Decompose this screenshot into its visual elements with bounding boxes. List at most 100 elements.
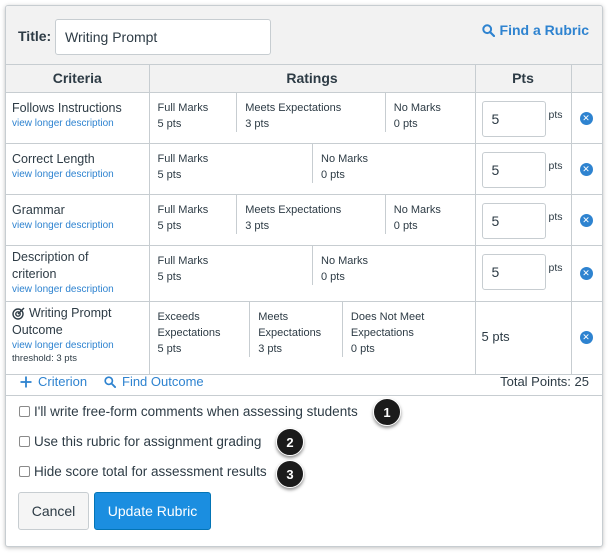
- rating[interactable]: Meets Expectations 3 pts: [250, 301, 343, 357]
- rating-points: 0 pts: [350, 342, 375, 355]
- rating-points: 5 pts: [157, 270, 182, 283]
- view-longer-link[interactable]: view longer description: [12, 118, 143, 129]
- rating[interactable]: Exceeds Expectations 5 pts: [150, 301, 251, 357]
- free-form-comments-label: I'll write free-form comments when asses…: [34, 404, 358, 419]
- points-input[interactable]: [481, 151, 546, 188]
- title-input[interactable]: [55, 19, 271, 55]
- rating-label: No Marks: [321, 152, 369, 165]
- points-cell: 5 pts: [474, 300, 572, 375]
- find-outcome-button[interactable]: Find Outcome: [104, 374, 204, 389]
- cancel-button[interactable]: Cancel: [18, 492, 89, 530]
- delete-cell: ✕: [570, 300, 602, 375]
- close-circle-icon[interactable]: ✕: [579, 330, 593, 344]
- ratings-cell: Exceeds Expectations 5 pts Meets Expecta…: [148, 300, 476, 375]
- rating-label: Full Marks: [157, 254, 209, 267]
- close-circle-icon[interactable]: ✕: [579, 213, 593, 227]
- rating-label: No Marks: [393, 203, 441, 216]
- rating[interactable]: Meets Expectations 3 pts: [237, 194, 386, 234]
- close-circle-icon[interactable]: ✕: [579, 162, 593, 176]
- criterion-name-line2: criterion: [12, 266, 57, 281]
- rating-label: Full Marks: [157, 101, 209, 114]
- outcome-name-text: Writing Prompt: [29, 305, 112, 320]
- rating-label: Meets Expectations: [245, 101, 342, 114]
- callout-badge: 2: [276, 428, 304, 456]
- find-rubric-link[interactable]: Find a Rubric: [481, 22, 589, 38]
- rating-label: No Marks: [321, 254, 369, 267]
- rating[interactable]: Full Marks 5 pts: [150, 194, 238, 234]
- criterion-name: Follows Instructions: [12, 100, 122, 115]
- rubric-footer: Criterion Find Outcome Total Points: 25: [6, 366, 602, 396]
- free-form-comments-checkbox[interactable]: [19, 406, 30, 417]
- add-criterion-label: Criterion: [38, 374, 88, 389]
- table-row: Follows Instructions view longer descrip…: [6, 91, 602, 144]
- rating-points: 0 pts: [393, 219, 418, 232]
- pts-suffix: pts: [548, 159, 563, 172]
- table-row: Correct Length view longer description F…: [6, 142, 602, 195]
- rating[interactable]: No Marks 0 pts: [313, 144, 475, 183]
- rating-label: Full Marks: [157, 203, 209, 216]
- points-cell: pts: [474, 244, 572, 302]
- update-rubric-button[interactable]: Update Rubric: [94, 492, 211, 530]
- criteria-header: Criteria: [6, 65, 150, 93]
- use-for-grading-option[interactable]: Use this rubric for assignment grading: [19, 434, 261, 449]
- pts-header: Pts: [474, 65, 572, 93]
- add-criterion-button[interactable]: Criterion: [20, 374, 87, 389]
- rating-label-line1: Does Not Meet: [350, 310, 425, 323]
- points-cell: pts: [474, 193, 572, 246]
- outcome-name-line2: Outcome: [12, 322, 63, 337]
- hide-score-total-label: Hide score total for assessment results: [34, 464, 267, 479]
- table-row: Writing Prompt Outcome view longer descr…: [6, 300, 602, 375]
- rating-points: 3 pts: [245, 219, 270, 232]
- free-form-comments-option[interactable]: I'll write free-form comments when asses…: [19, 404, 358, 419]
- rating[interactable]: No Marks 0 pts: [313, 246, 475, 285]
- outcome-name-line1: Writing Prompt: [12, 305, 143, 322]
- rating-label: Full Marks: [157, 152, 209, 165]
- view-longer-link[interactable]: view longer description: [12, 284, 143, 295]
- ratings-cell: Full Marks 5 pts Meets Expectations 3 pt…: [148, 193, 476, 246]
- hide-score-total-checkbox[interactable]: [19, 466, 30, 477]
- criterion-cell: Correct Length view longer description: [6, 142, 150, 195]
- pts-suffix: pts: [548, 210, 563, 223]
- rating-label-line2: Expectations: [350, 326, 414, 339]
- search-icon: [481, 23, 495, 37]
- rating[interactable]: No Marks 0 pts: [386, 195, 475, 234]
- rating-points: 3 pts: [245, 117, 270, 130]
- points-input[interactable]: [481, 100, 546, 137]
- rating[interactable]: No Marks 0 pts: [386, 93, 475, 132]
- use-for-grading-checkbox[interactable]: [19, 436, 30, 447]
- rating-points: 0 pts: [393, 117, 418, 130]
- criterion-name-line1: Description of: [12, 249, 89, 264]
- points-cell: pts: [474, 91, 572, 144]
- close-circle-icon[interactable]: ✕: [579, 111, 593, 125]
- points-input[interactable]: [481, 253, 546, 290]
- view-longer-link[interactable]: view longer description: [12, 220, 143, 231]
- rating-points: 5 pts: [157, 117, 182, 130]
- rating-label-line1: Meets: [258, 310, 289, 323]
- view-longer-link[interactable]: view longer description: [12, 169, 143, 180]
- rating-label: No Marks: [393, 101, 441, 114]
- rating-points: 0 pts: [321, 168, 345, 181]
- rating[interactable]: Full Marks 5 pts: [150, 92, 238, 132]
- hide-score-total-option[interactable]: Hide score total for assessment results: [19, 464, 267, 479]
- find-outcome-label: Find Outcome: [122, 374, 204, 389]
- rating[interactable]: Meets Expectations 3 pts: [237, 92, 386, 132]
- plus-icon: [20, 376, 32, 387]
- rating-points: 5 pts: [157, 168, 182, 181]
- rating-label-line1: Exceeds: [157, 310, 200, 323]
- view-longer-link[interactable]: view longer description: [12, 340, 143, 351]
- criterion-cell: Follows Instructions view longer descrip…: [6, 91, 150, 144]
- points-input[interactable]: [481, 202, 546, 239]
- table-row: Description of criterion view longer des…: [6, 244, 602, 302]
- rating[interactable]: Does Not Meet Expectations 0 pts: [343, 302, 475, 357]
- criterion-cell: Grammar view longer description: [6, 193, 150, 246]
- title-bar: Title: Find a Rubric: [6, 6, 602, 65]
- rating[interactable]: Full Marks 5 pts: [150, 245, 313, 285]
- callout-badge: 3: [276, 460, 304, 488]
- rating-points: 5 pts: [157, 219, 182, 232]
- ratings-cell: Full Marks 5 pts Meets Expectations 3 pt…: [148, 91, 476, 144]
- rating-points: 0 pts: [321, 270, 345, 283]
- close-circle-icon[interactable]: ✕: [579, 266, 593, 280]
- delete-header: [570, 65, 602, 93]
- rating[interactable]: Full Marks 5 pts: [150, 143, 313, 183]
- delete-cell: ✕: [570, 244, 602, 302]
